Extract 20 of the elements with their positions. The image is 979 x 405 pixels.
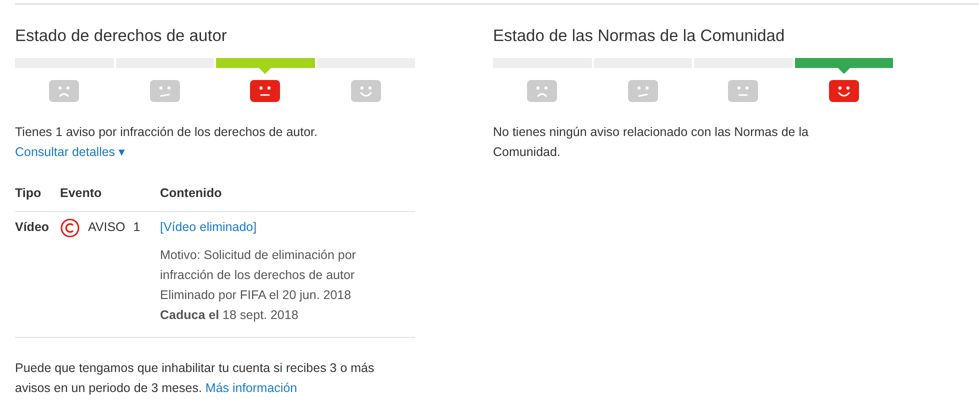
copyright-icon (60, 218, 80, 238)
more-info-link[interactable]: Más información (205, 380, 298, 394)
copyright-status-title: Estado de derechos de autor (15, 26, 228, 46)
reason-text: Motivo: Solicitud de eliminación por infracción de los derechos de autor (160, 246, 357, 284)
strike-count: 1 (133, 218, 140, 236)
status-message: Tienes 1 aviso por infracción de los derechos de autor. (15, 124, 318, 141)
type-cell: Vídeo (15, 220, 50, 234)
pointer-icon (259, 68, 272, 74)
video-link[interactable]: [Vídeo eliminado] (160, 218, 257, 236)
expiry-text: Caduca el 18 sept. 2018 (160, 306, 300, 324)
details-link[interactable]: Consultar detalles ▾ (15, 145, 126, 159)
status-message: No tienes ningún aviso relacionado con las Normas de la Comunidad. (493, 124, 810, 161)
column-header: Evento (60, 185, 103, 202)
column-header: Tipo (15, 185, 42, 202)
community-status-title: Estado de las Normas de la Comunidad (493, 26, 786, 46)
policy-note: Puede que tengamos que inhabilitar tu cuenta si recibes 3 o más avisos en un periodo de 3 meses. Más información (15, 360, 376, 397)
strike-label: AVISO (88, 218, 126, 236)
column-header: Contenido (160, 185, 223, 202)
removal-text: Eliminado por FIFA el 20 jun. 2018 (160, 286, 352, 304)
pointer-icon (838, 68, 850, 74)
